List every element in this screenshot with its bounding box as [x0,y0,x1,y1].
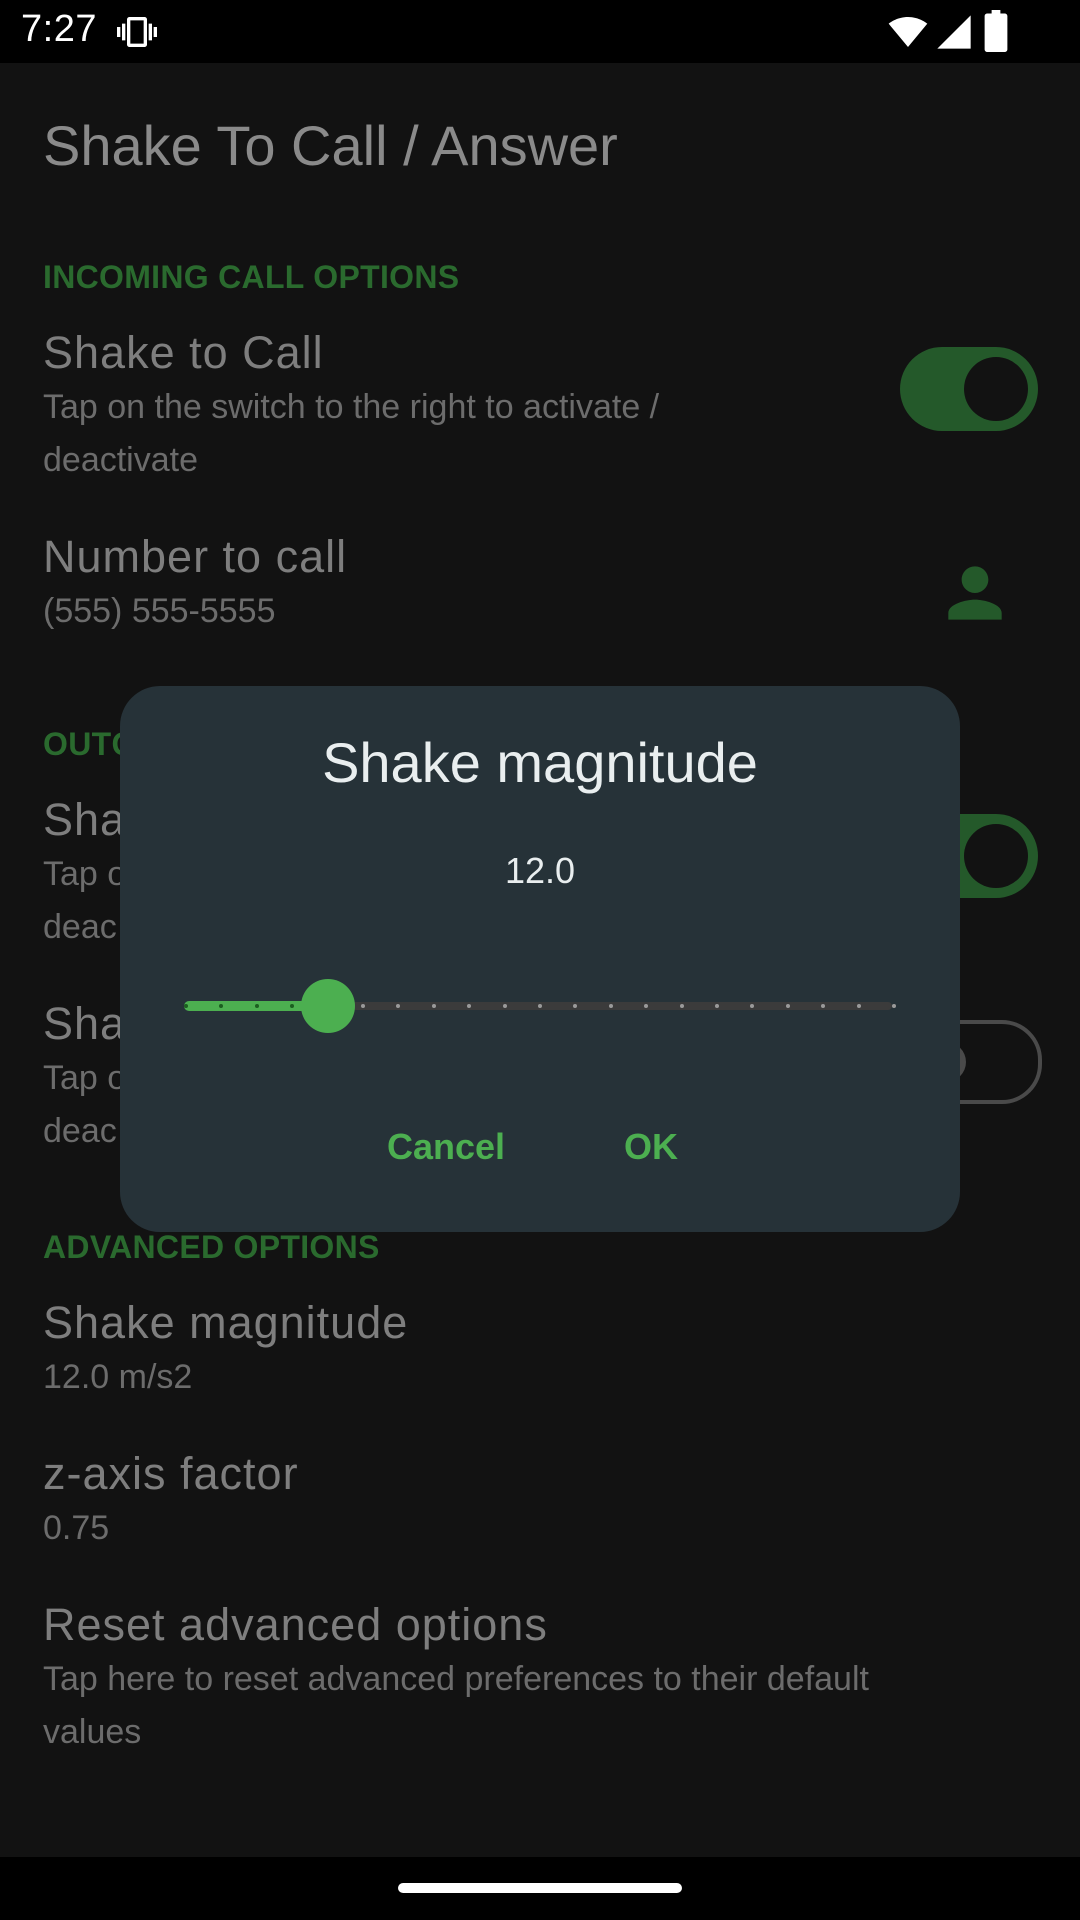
vibrate-icon [117,12,157,57]
slider-tick [785,1004,790,1008]
outgoing-pref-2-summary-line1: Tap o [43,1059,127,1097]
outgoing-pref-1-summary-line2: deac [43,908,117,946]
slider-thumb[interactable] [300,979,355,1033]
screen: 7:27 Shake To Call / Answer INCOMING CAL… [0,0,1080,1920]
slider-tick [538,1004,542,1008]
switch-thumb [964,357,1028,421]
navigation-bar [0,1857,1080,1920]
dialog-title: Shake magnitude [322,731,758,794]
slider-tick [361,1004,365,1008]
slider-tick [608,1004,613,1008]
shake-magnitude-summary: 12.0 m/s2 [43,1358,193,1396]
z-axis-factor-summary: 0.75 [43,1509,110,1547]
shake-to-call-summary-line1: Tap on the switch to the right to activa… [43,388,660,426]
number-to-call-summary: (555) 555-5555 [43,592,276,630]
home-gesture-handle[interactable] [398,1883,682,1893]
slider-tick [679,1004,684,1008]
status-time: 7:27 [21,8,97,50]
reset-advanced-summary-line1: Tap here to reset advanced preferences t… [43,1660,869,1698]
page-title: Shake To Call / Answer [43,114,618,177]
outgoing-pref-2-summary-line2: deac [43,1112,117,1150]
outgoing-pref-1-title: Sha [43,794,127,845]
z-axis-factor-title: z-axis factor [43,1448,299,1499]
dialog-value: 12.0 [504,850,576,891]
slider-tick [892,1004,896,1008]
ok-button[interactable]: OK [624,1126,678,1168]
shake-magnitude-dialog: Shake magnitude 12.0 Cancel OK [120,686,960,1232]
slider-tick [502,1004,507,1008]
battery-icon [983,10,1009,57]
slider-tick [856,1004,861,1008]
outgoing-pref-2-title: Sha [43,998,127,1049]
outgoing-pref-1-summary-line1: Tap o [43,855,127,893]
slider-tick [431,1004,436,1008]
magnitude-slider[interactable] [180,976,900,1036]
shake-to-call-switch[interactable] [900,347,1038,431]
signal-icon [934,12,974,57]
cancel-button[interactable]: Cancel [387,1126,505,1168]
slider-tick [254,1004,259,1008]
switch-thumb [964,824,1028,888]
reset-advanced-title: Reset advanced options [43,1599,548,1650]
reset-advanced-summary-line2: values [43,1713,142,1751]
slider-tick [184,1004,188,1008]
shake-magnitude-title: Shake magnitude [43,1297,409,1348]
section-header-incoming: INCOMING CALL OPTIONS [43,259,460,295]
shake-to-call-title: Shake to Call [43,327,324,378]
shake-to-call-summary-line2: deactivate [43,441,198,479]
status-bar: 7:27 [0,0,1080,63]
number-to-call-title: Number to call [43,531,348,582]
slider-tick [715,1004,719,1008]
wifi-icon [887,12,929,57]
contact-icon[interactable] [935,553,1015,638]
section-header-advanced: ADVANCED OPTIONS [43,1229,380,1265]
